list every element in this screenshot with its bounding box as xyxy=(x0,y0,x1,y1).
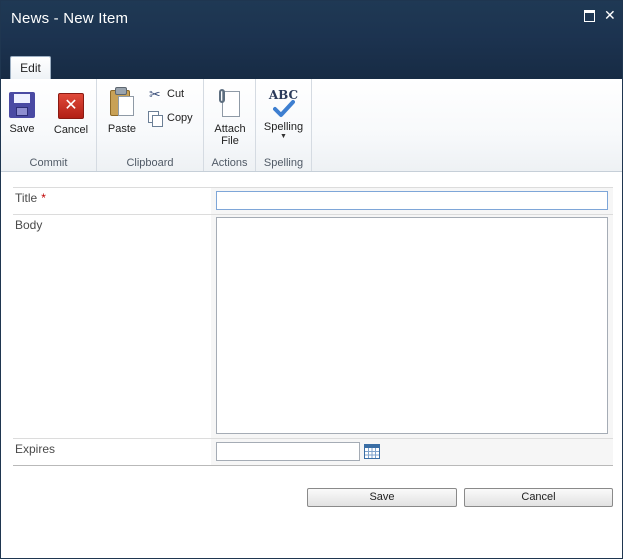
maximize-icon[interactable] xyxy=(584,10,595,22)
actions-group-label: Actions xyxy=(211,157,248,169)
spelling-label: Spelling xyxy=(263,121,304,133)
calendar-icon[interactable] xyxy=(364,444,380,459)
attach-file-button[interactable]: Attach File xyxy=(208,89,252,147)
cancel-ribbon-label: Cancel xyxy=(53,124,89,136)
new-item-dialog: News - New Item ✕ Edit Save ✕ Cancel Com… xyxy=(0,0,623,559)
paste-button[interactable]: Paste xyxy=(106,87,138,135)
checkmark-icon xyxy=(272,100,295,117)
cut-button[interactable]: ✂ Cut xyxy=(149,87,199,103)
spelling-group-label: Spelling xyxy=(263,157,304,169)
expires-label: Expires xyxy=(15,442,56,456)
expires-date-input[interactable] xyxy=(216,442,360,461)
title-bar: News - New Item ✕ Edit xyxy=(1,1,622,79)
scissors-icon: ✂ xyxy=(149,86,161,102)
cut-label: Cut xyxy=(167,88,185,100)
spellcheck-icon: ABC xyxy=(267,88,301,120)
actions-group: Attach File Actions xyxy=(204,79,256,171)
required-marker: * xyxy=(41,191,46,205)
cancel-ribbon-button[interactable]: ✕ Cancel xyxy=(51,93,91,136)
paste-icon xyxy=(109,87,135,117)
spelling-group: ABC Spelling ▼ Spelling xyxy=(256,79,312,171)
save-button[interactable]: Save xyxy=(307,488,457,507)
clipboard-group: Paste ✂ Cut Copy Clipboard xyxy=(97,79,204,171)
save-ribbon-button[interactable]: Save xyxy=(7,92,37,135)
chevron-down-icon: ▼ xyxy=(280,133,287,140)
dialog-title: News - New Item xyxy=(11,10,129,27)
commit-group-label: Commit xyxy=(29,157,68,169)
title-label: Title * xyxy=(15,191,46,205)
clipboard-group-label: Clipboard xyxy=(126,157,174,169)
body-textarea[interactable] xyxy=(216,217,608,434)
row-divider xyxy=(13,214,613,215)
save-icon xyxy=(9,92,35,118)
paste-label: Paste xyxy=(107,123,137,135)
spelling-button[interactable]: ABC Spelling ▼ xyxy=(260,88,307,141)
row-divider xyxy=(13,438,613,439)
form-bottom-divider xyxy=(13,465,613,466)
attach-label-line2: File xyxy=(221,135,239,147)
ribbon: Save ✕ Cancel Commit Paste ✂ Cut Copy Cl… xyxy=(1,79,622,172)
copy-icon xyxy=(148,111,163,127)
tab-edit[interactable]: Edit xyxy=(10,56,51,79)
save-ribbon-label: Save xyxy=(9,123,35,135)
cancel-button[interactable]: Cancel xyxy=(464,488,613,507)
close-icon[interactable]: ✕ xyxy=(604,8,616,22)
title-label-text: Title xyxy=(15,191,38,205)
copy-label: Copy xyxy=(167,112,193,124)
form-top-divider xyxy=(13,187,613,188)
title-input[interactable] xyxy=(216,191,608,210)
copy-button[interactable]: Copy xyxy=(148,111,200,127)
cancel-icon: ✕ xyxy=(58,93,84,119)
attach-label-line1: Attach xyxy=(214,123,246,135)
commit-group: Save ✕ Cancel Commit xyxy=(1,79,97,171)
body-label: Body xyxy=(15,218,43,232)
paperclip-icon xyxy=(218,89,242,119)
